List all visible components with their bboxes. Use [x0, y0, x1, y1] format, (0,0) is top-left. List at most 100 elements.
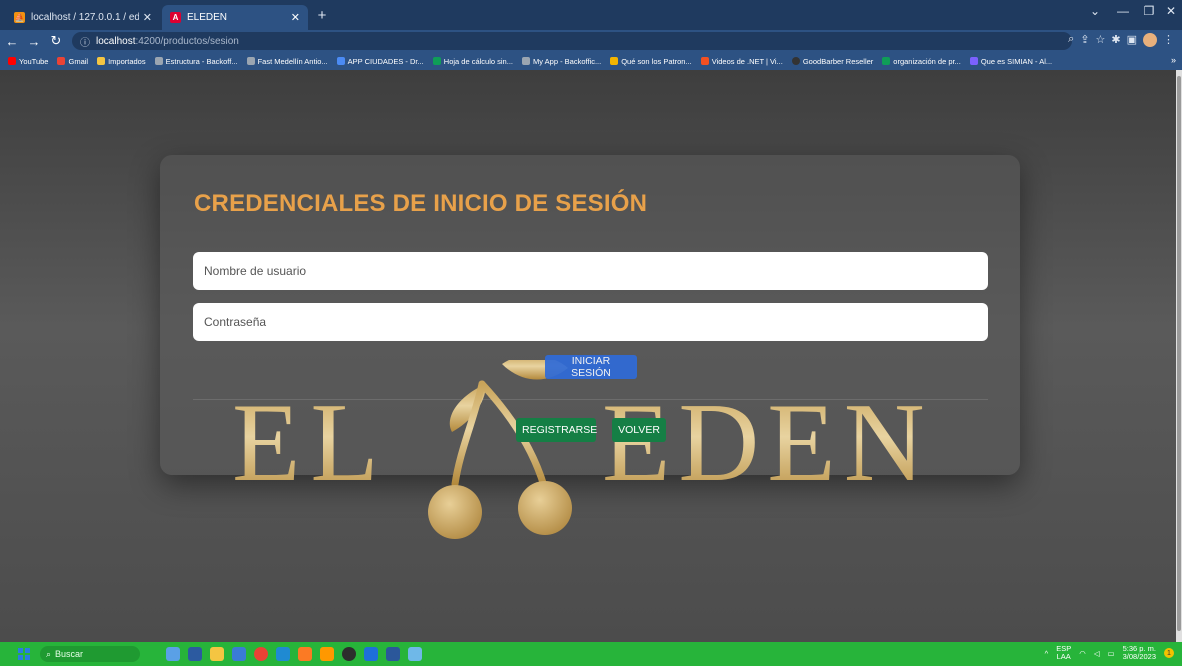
site-info-icon[interactable]: ⓘ [80, 34, 90, 49]
system-tray: ^ ESP LAA ◠ ◁ ▭ 5:36 p. m. 3/08/2023 1 [1045, 645, 1174, 661]
tab-phpmyadmin[interactable]: ⛵ localhost / 127.0.0.1 / eden / cor ✕ [6, 5, 160, 30]
bookmark-label: Importados [108, 56, 146, 66]
address-bar[interactable]: ⓘ localhost:4200/productos/sesion [72, 32, 1072, 50]
obs-icon[interactable] [342, 647, 356, 661]
notification-badge[interactable]: 1 [1164, 648, 1174, 658]
bookmark-videos-net[interactable]: Videos de .NET | Vi... [700, 57, 783, 66]
windows-start-icon[interactable] [18, 648, 30, 660]
username-input[interactable] [193, 252, 988, 290]
bookmark-label: Gmail [68, 56, 89, 66]
windows-taskbar: ⌕ Buscar ^ ESP LAA ◠ ◁ ▭ 5:36 p. m. 3/08… [0, 642, 1182, 666]
reload-icon[interactable]: ↻ [46, 33, 66, 49]
tray-chevron-icon[interactable]: ^ [1045, 649, 1049, 658]
new-tab-button[interactable]: + [312, 7, 332, 24]
tab-search-icon[interactable]: ⌄ [1082, 4, 1108, 18]
profile-avatar[interactable] [1143, 33, 1157, 47]
clock-date: 3/08/2023 [1122, 652, 1156, 661]
bookmark-hoja-calculo[interactable]: Hoja de cálculo sin... [432, 56, 513, 66]
bookmark-label: Fast Medellín Antio... [257, 56, 328, 66]
bookmark-label: My App - Backoffic... [532, 56, 602, 66]
chrome-icon[interactable] [254, 647, 268, 661]
simian-icon [969, 57, 978, 65]
angular-icon: A [170, 12, 181, 23]
back-button[interactable]: VOLVER [612, 418, 666, 442]
register-button[interactable]: REGISTRARSE [516, 418, 597, 442]
browser-toolbar: ← → ↻ ⓘ localhost:4200/productos/sesion … [0, 30, 1182, 52]
minimize-button[interactable]: — [1110, 4, 1136, 18]
dropbox-icon [336, 57, 345, 65]
rdp-icon[interactable] [364, 647, 378, 661]
bookmark-label: Hoja de cálculo sin... [443, 56, 513, 66]
word-icon[interactable] [386, 647, 400, 661]
taskbar-apps [166, 647, 422, 661]
browser-tabbar: ⛵ localhost / 127.0.0.1 / eden / cor ✕ A… [0, 0, 1182, 30]
more-bookmarks-icon[interactable]: » [1171, 55, 1176, 65]
bookmark-label: Que es SIMIAN - Al... [980, 56, 1053, 66]
store-icon[interactable] [232, 647, 246, 661]
tab-title: localhost / 127.0.0.1 / eden / cor [31, 12, 139, 23]
clock[interactable]: 5:36 p. m. 3/08/2023 [1123, 645, 1156, 661]
bookmarks-bar: YouTube Gmail Importados Estructura - Ba… [0, 52, 1182, 70]
search-icon: ⌕ [46, 648, 52, 659]
task-view-icon[interactable] [188, 647, 202, 661]
lang-bottom: LAA [1056, 652, 1071, 661]
youtube-icon [8, 57, 16, 65]
folder-icon [97, 57, 106, 65]
sidepanel-icon[interactable]: ▣ [1127, 33, 1137, 47]
sheets-icon [432, 57, 441, 65]
search-label: Buscar [55, 649, 84, 659]
taskbar-search[interactable]: ⌕ Buscar [40, 646, 140, 662]
wifi-icon[interactable]: ◠ [1079, 649, 1086, 658]
page-icon [610, 57, 619, 65]
sublime-icon[interactable] [320, 647, 334, 661]
bookmark-fast-medellin[interactable]: Fast Medellín Antio... [246, 56, 328, 66]
zoom-icon[interactable]: ⌕ [1068, 33, 1074, 47]
sheets-icon [882, 57, 891, 65]
scrollbar-thumb[interactable] [1177, 76, 1181, 631]
login-button[interactable]: INICIAR SESIÓN [545, 355, 637, 379]
volume-icon[interactable]: ◁ [1094, 649, 1100, 658]
forward-arrow-icon[interactable]: → [24, 34, 44, 49]
xampp-icon[interactable] [298, 647, 312, 661]
vscode-icon[interactable] [276, 647, 290, 661]
bookmark-estructura[interactable]: Estructura - Backoff... [154, 56, 238, 66]
menu-kebab-icon[interactable]: ⋮ [1163, 33, 1174, 47]
page-scrollbar[interactable] [1176, 70, 1182, 642]
bookmark-goodbarber[interactable]: GoodBarber Reseller [791, 56, 874, 66]
close-tab-icon[interactable]: ✕ [291, 11, 300, 24]
bookmark-importados[interactable]: Importados [97, 57, 146, 66]
bookmark-label: GoodBarber Reseller [802, 56, 874, 66]
microsoft-icon [700, 57, 709, 65]
bookmark-simian[interactable]: Que es SIMIAN - Al... [969, 56, 1053, 66]
back-arrow-icon[interactable]: ← [2, 34, 22, 49]
file-explorer-icon[interactable] [210, 647, 224, 661]
extensions-icon[interactable]: ✱ [1111, 33, 1120, 47]
widgets-icon[interactable] [166, 647, 180, 661]
share-icon[interactable]: ⇪ [1080, 33, 1089, 47]
language-indicator[interactable]: ESP LAA [1056, 645, 1071, 661]
toolbar-actions: ⌕ ⇪ ☆ ✱ ▣ ⋮ [1068, 33, 1174, 47]
bookmark-gmail[interactable]: Gmail [57, 57, 88, 66]
bookmark-label: organización de pr... [893, 56, 961, 66]
password-input[interactable] [193, 303, 988, 341]
close-window-button[interactable]: ✕ [1158, 4, 1182, 18]
battery-icon[interactable]: ▭ [1108, 649, 1115, 658]
bookmark-organizacion[interactable]: organización de pr... [882, 57, 961, 66]
notepad-icon[interactable] [408, 647, 422, 661]
bookmark-my-app[interactable]: My App - Backoffic... [521, 56, 602, 66]
bookmark-label: APP CIUDADES - Dr... [347, 56, 424, 66]
bookmark-label: Estructura - Backoff... [165, 56, 238, 66]
el-eden-logo: EL EDEN [232, 360, 925, 539]
close-tab-icon[interactable]: ✕ [143, 11, 152, 24]
page-icon [246, 57, 255, 65]
bookmark-app-ciudades[interactable]: APP CIUDADES - Dr... [336, 56, 424, 66]
bookmark-patrones[interactable]: Qué son los Patron... [610, 56, 692, 66]
bookmark-label: Qué son los Patron... [621, 56, 692, 66]
url-path: :4200/productos/sesion [135, 35, 239, 47]
bookmark-youtube[interactable]: YouTube [8, 57, 48, 66]
login-title: CREDENCIALES DE INICIO DE SESIÓN [194, 190, 648, 217]
page-icon [521, 57, 530, 65]
logo-text-el: EL [232, 381, 389, 505]
bookmark-star-icon[interactable]: ☆ [1096, 33, 1106, 47]
tab-eleden[interactable]: A ELEDEN ✕ [162, 5, 308, 30]
